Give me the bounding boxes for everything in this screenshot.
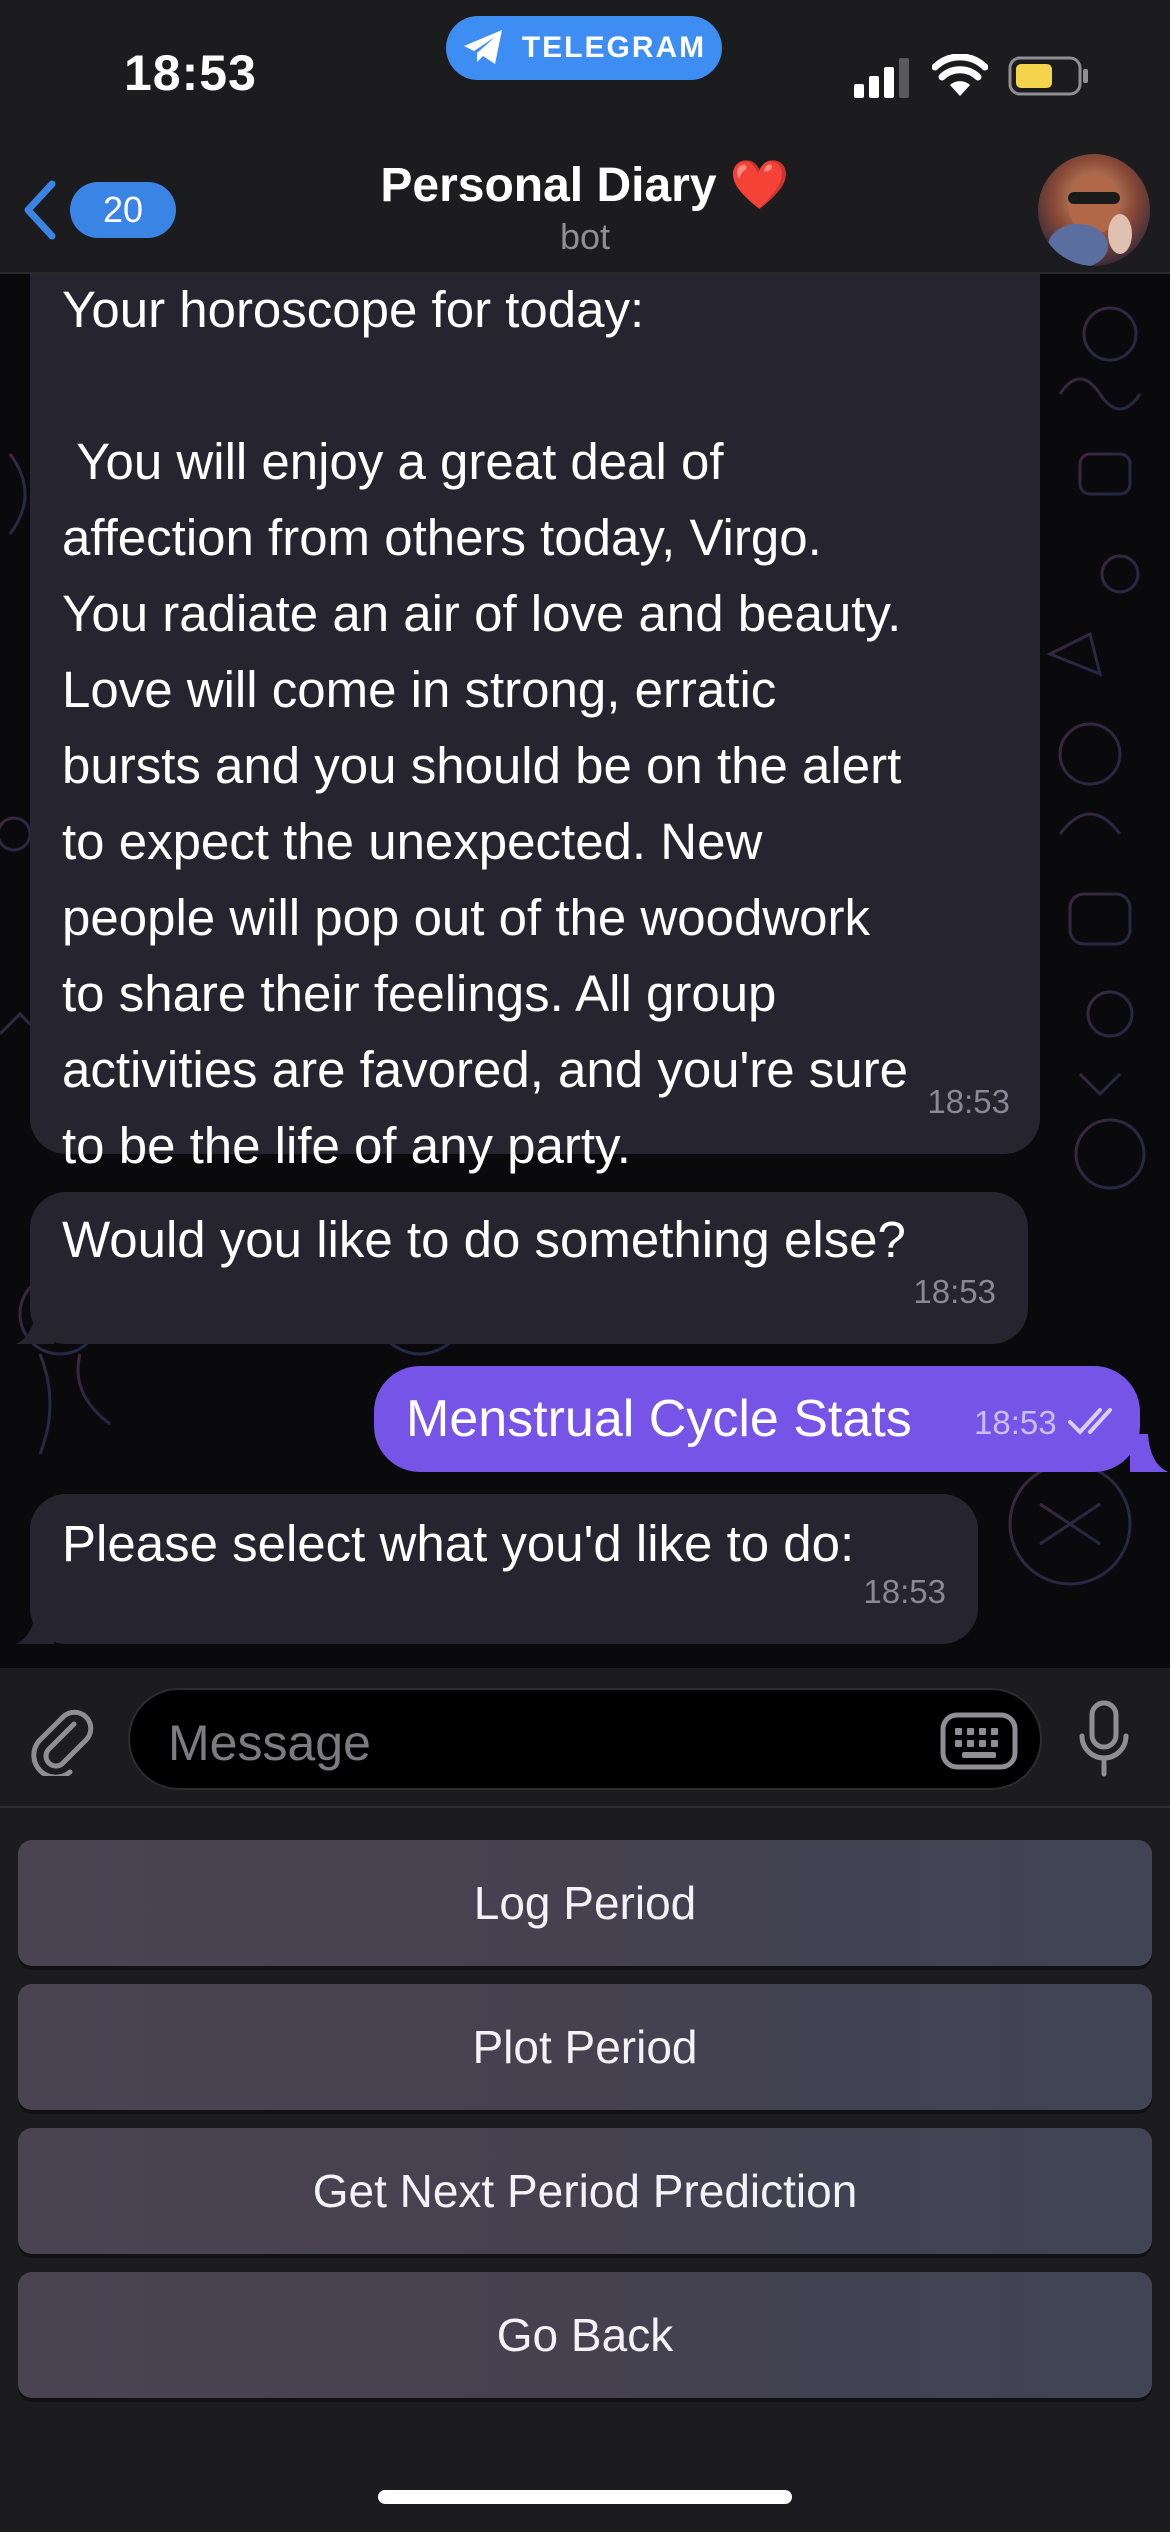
plot-period-button[interactable]: Plot Period xyxy=(18,1984,1152,2110)
battery-icon xyxy=(1008,56,1088,96)
log-period-button[interactable]: Log Period xyxy=(18,1840,1152,1966)
wifi-icon xyxy=(932,54,988,96)
message-text: Your horoscope for today: You will enjoy… xyxy=(62,281,909,1174)
telegram-pill[interactable]: TELEGRAM xyxy=(446,16,722,80)
message-text: Please select what you'd like to do: xyxy=(62,1515,855,1572)
keyboard-icon[interactable] xyxy=(940,1712,1018,1770)
incoming-message[interactable]: Please select what you'd like to do: 18:… xyxy=(30,1494,978,1644)
bubble-tail-outgoing xyxy=(1130,1434,1168,1472)
message-text: Menstrual Cycle Stats xyxy=(406,1390,912,1448)
message-placeholder: Message xyxy=(168,1715,371,1771)
chat-subtitle: bot xyxy=(559,216,611,257)
home-indicator[interactable] xyxy=(378,2490,792,2504)
message-time: 18:53 xyxy=(974,1404,1057,1441)
status-bar: 18:53 TELEGRAM xyxy=(0,0,1170,140)
bubble-tail xyxy=(16,1306,54,1344)
message-text: Would you like to do something else? xyxy=(62,1211,906,1268)
telegram-pill-label: TELEGRAM xyxy=(521,31,707,64)
message-time: 18:53 xyxy=(927,1083,1010,1120)
chat-header: 20 Personal Diary ❤️ bot xyxy=(0,140,1170,274)
bot-reply-keyboard: Log Period Plot Period Get Next Period P… xyxy=(0,1808,1170,2532)
chat-title[interactable]: Personal Diary ❤️ xyxy=(0,156,1170,213)
go-back-button[interactable]: Go Back xyxy=(18,2272,1152,2398)
status-time: 18:53 xyxy=(124,45,257,101)
message-time: 18:53 xyxy=(863,1573,946,1610)
avatar-photo xyxy=(1038,154,1150,266)
incoming-message[interactable]: Would you like to do something else? 18:… xyxy=(30,1192,1028,1344)
next-period-prediction-button[interactable]: Get Next Period Prediction xyxy=(18,2128,1152,2254)
message-time: 18:53 xyxy=(913,1273,996,1310)
incoming-message[interactable]: Your horoscope for today: You will enjoy… xyxy=(30,274,1040,1174)
microphone-icon[interactable] xyxy=(1078,1700,1130,1778)
message-input-bar: Message xyxy=(0,1668,1170,1808)
cellular-signal-icon xyxy=(854,58,909,98)
bubble-tail xyxy=(16,1606,54,1644)
chat-messages-area[interactable]: Your horoscope for today: You will enjoy… xyxy=(0,274,1170,1668)
paperclip-icon[interactable] xyxy=(30,1706,96,1776)
double-check-icon xyxy=(1068,1408,1112,1435)
telegram-plane-icon xyxy=(463,30,502,64)
bot-avatar[interactable] xyxy=(1038,154,1150,266)
message-input[interactable]: Message xyxy=(128,1688,1042,1790)
outgoing-message[interactable]: Menstrual Cycle Stats 18:53 xyxy=(374,1366,1140,1472)
